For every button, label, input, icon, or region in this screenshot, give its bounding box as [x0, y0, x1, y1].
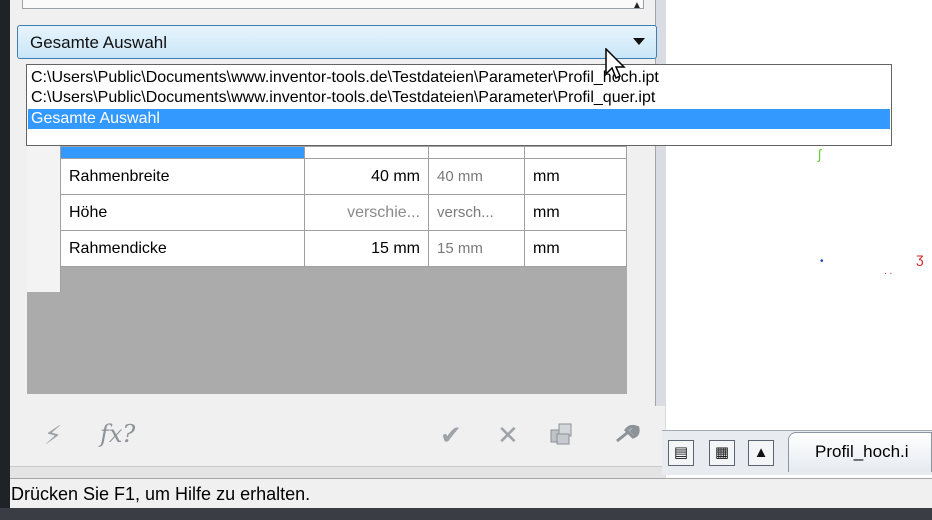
parameter-value-cell[interactable]: 40 mm [304, 158, 429, 195]
model-fragment: • [820, 256, 824, 267]
parameter-value2-cell[interactable]: 15 mm [428, 230, 525, 267]
model-fragment: ʒ [916, 250, 924, 266]
status-bar: Drücken Sie F1, um Hilfe zu erhalten. [10, 478, 932, 509]
selected-cell[interactable] [60, 146, 305, 159]
parameter-value2-cell[interactable]: 40 mm [428, 158, 525, 195]
parameter-name-cell[interactable]: Rahmendicke [60, 230, 305, 267]
window-frame-bottom [0, 508, 932, 520]
wrench-icon[interactable] [614, 424, 640, 444]
file-selection-combobox[interactable]: Gesamte Auswahl [17, 25, 657, 59]
file-dropdown-list[interactable]: C:\Users\Public\Documents\www.inventor-t… [26, 64, 892, 146]
dropdown-item-gesamte-auswahl[interactable]: Gesamte Auswahl [28, 109, 890, 129]
parameter-value-cell[interactable]: verschie... [304, 194, 429, 231]
status-text: Drücken Sie F1, um Hilfe zu erhalten. [11, 484, 311, 504]
tab-label: Profil_hoch.i [815, 442, 909, 461]
model-fragment: . . [884, 266, 893, 277]
row-header-column [27, 146, 61, 292]
window-frame-left [0, 0, 10, 520]
cascade-windows-icon[interactable]: ▤ [668, 440, 694, 466]
parameter-unit-cell[interactable]: mm [524, 194, 627, 231]
check-icon[interactable]: ✔ [440, 420, 462, 451]
parameter-unit-cell[interactable]: mm [524, 158, 627, 195]
chevron-down-icon[interactable] [633, 38, 645, 45]
scroll-up-icon[interactable]: ▲ [632, 0, 642, 11]
model-fragment: ʃ [818, 146, 822, 162]
combobox-value: Gesamte Auswahl [30, 33, 168, 52]
parameter-value2-cell[interactable]: versch... [428, 194, 525, 231]
table-row[interactable]: Rahmendicke 15 mm 15 mm mm [60, 230, 627, 267]
parameter-value-cell[interactable]: 15 mm [304, 230, 429, 267]
tab-list-up-icon[interactable]: ▲ [748, 440, 774, 466]
table-row[interactable]: Rahmenbreite 40 mm 40 mm mm [60, 158, 627, 195]
dropdown-item-profil-hoch[interactable]: C:\Users\Public\Documents\www.inventor-t… [28, 68, 890, 88]
top-list-remnant [22, 0, 644, 9]
tab-profil-hoch[interactable]: Profil_hoch.i [788, 432, 932, 472]
table-row[interactable]: Höhe verschie... versch... mm [60, 194, 627, 231]
parameter-table: Rahmenbreite 40 mm 40 mm mm Höhe verschi… [60, 146, 627, 267]
parameter-name-cell[interactable]: Rahmenbreite [60, 158, 305, 195]
lightning-icon[interactable]: ⚡ [44, 420, 62, 451]
parameter-unit-cell[interactable]: mm [524, 230, 627, 267]
tile-windows-icon[interactable]: ▦ [709, 440, 735, 466]
close-icon[interactable]: ✕ [497, 420, 519, 451]
parts-icon[interactable] [548, 420, 576, 448]
dropdown-item-profil-quer[interactable]: C:\Users\Public\Documents\www.inventor-t… [28, 88, 890, 108]
function-query-icon[interactable]: fx? [100, 420, 135, 448]
table-row[interactable] [60, 146, 627, 159]
parameter-name-cell[interactable]: Höhe [60, 194, 305, 231]
mouse-cursor-icon [605, 48, 626, 80]
